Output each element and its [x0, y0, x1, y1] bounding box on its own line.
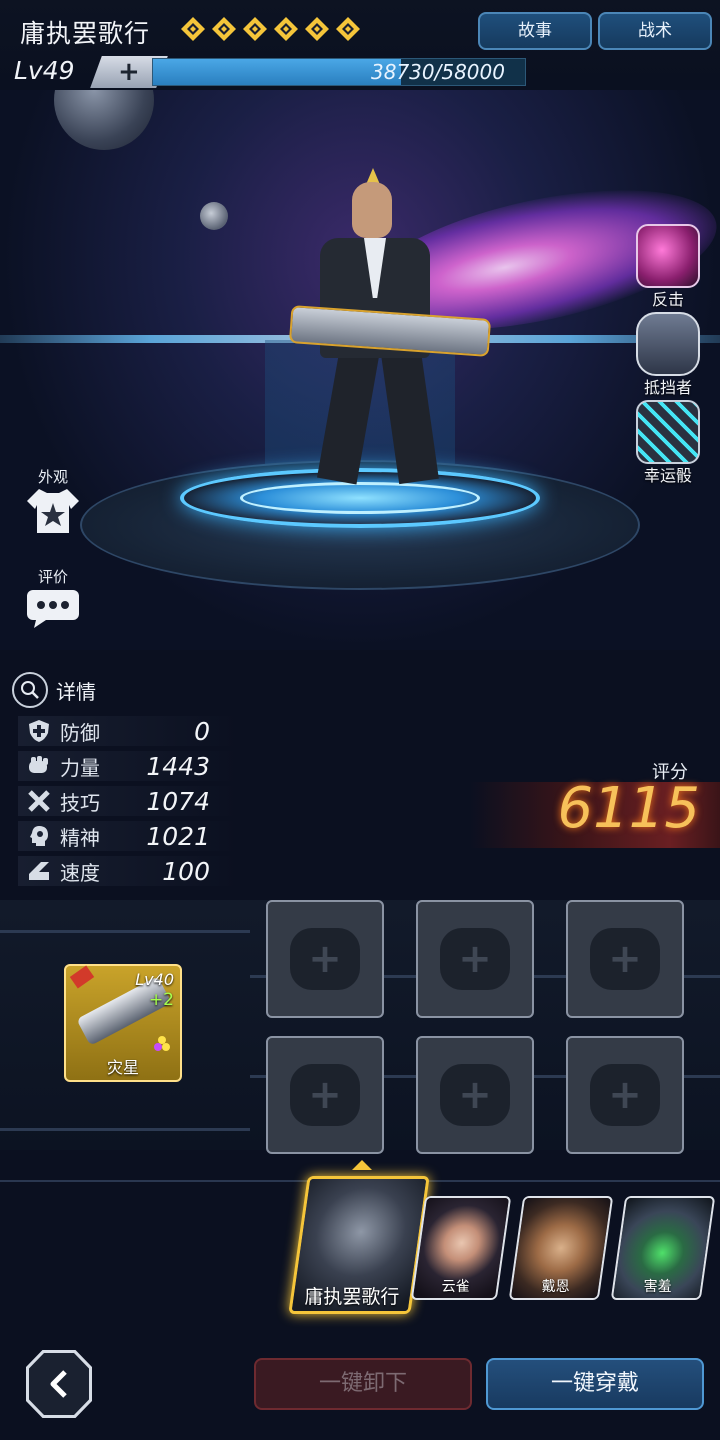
- equip-all-button[interactable]: 一键穿戴: [486, 1358, 704, 1410]
- roster-hero-name: 庸执罢歌行: [304, 1286, 400, 1308]
- speed-icon: [26, 858, 52, 884]
- helmet-icon: +: [290, 928, 360, 990]
- roster-hero-card[interactable]: 庸执罢歌行: [288, 1176, 430, 1314]
- weapon-type-icon: [69, 965, 95, 989]
- stat-row-spirit: 精神 1021: [18, 821, 238, 851]
- stat-value: 1021: [146, 821, 210, 851]
- top-header: 庸执罢歌行 Lv49 + 38730/58000 故事 战术: [0, 0, 720, 90]
- weapon-plus: +2: [148, 990, 174, 1010]
- stat-row-defense: 防御 0: [18, 716, 238, 746]
- skill-label: 反击: [651, 290, 684, 309]
- roster-hero-card[interactable]: 戴恩: [508, 1196, 614, 1300]
- stat-row-speed: 速度 100: [18, 856, 238, 886]
- slash-skill-icon: [636, 224, 700, 288]
- dice-skill-icon: [636, 400, 700, 464]
- stat-name: 力量: [60, 755, 100, 780]
- boot-icon: +: [440, 1064, 510, 1126]
- review-label: 评价: [37, 568, 68, 586]
- stat-name: 精神: [60, 825, 100, 850]
- weapon-level: Lv40: [135, 970, 174, 989]
- gem-icon: [154, 1036, 170, 1052]
- necklace-icon: +: [290, 1064, 360, 1126]
- hero-name: 庸执罢歌行: [20, 19, 151, 48]
- defense-icon: [26, 718, 52, 744]
- hero-showcase-scene: 反击 抵挡者 幸运骰 外观 评价: [0, 90, 720, 650]
- star-icon: [273, 16, 299, 42]
- score-value: 6115: [557, 776, 700, 841]
- selected-caret-icon: [352, 1160, 372, 1170]
- appearance-label: 外观: [37, 468, 68, 486]
- planet-decoration: [54, 90, 154, 150]
- hero-leg: [381, 349, 439, 485]
- skill-label: 幸运骰: [643, 466, 692, 485]
- unequip-all-button[interactable]: 一键卸下: [254, 1358, 472, 1410]
- equip-slot-necklace[interactable]: +: [266, 1036, 384, 1154]
- appearance-button[interactable]: 外观: [18, 466, 88, 539]
- ring-icon: +: [590, 1064, 660, 1126]
- hero-head: [352, 182, 392, 238]
- equip-slot-ring[interactable]: +: [566, 1036, 684, 1154]
- xp-text: 38730/58000: [371, 60, 505, 84]
- skill-lucky-dice-button[interactable]: 幸运骰: [628, 400, 708, 486]
- star-icon: [335, 16, 361, 42]
- tshirt-icon: [27, 489, 79, 533]
- stat-value: 0: [194, 716, 210, 746]
- equip-slot-head[interactable]: +: [266, 900, 384, 1018]
- skill-counter-button[interactable]: 反击: [628, 224, 708, 310]
- weapon-slot[interactable]: Lv40 +2 灾星: [64, 964, 182, 1082]
- details-title: 详情: [56, 679, 96, 704]
- review-button[interactable]: 评价: [18, 566, 88, 633]
- back-button[interactable]: [26, 1350, 92, 1418]
- details-header[interactable]: 详情: [12, 672, 96, 708]
- weapon-name: 灾星: [106, 1058, 139, 1077]
- shield-skill-icon: [636, 312, 700, 376]
- stat-value: 1443: [146, 751, 210, 781]
- roster-hero-name: 害羞: [643, 1279, 672, 1295]
- roster-hero-name: 云雀: [441, 1279, 470, 1295]
- skill-icon: [26, 788, 52, 814]
- skill-label: 抵挡者: [643, 378, 692, 397]
- equip-slot-accessory[interactable]: +: [566, 900, 684, 1018]
- search-icon: [12, 672, 48, 708]
- hero-level: Lv49: [14, 56, 75, 85]
- star-icon: [304, 16, 330, 42]
- equip-slot-boots[interactable]: +: [416, 1036, 534, 1154]
- chat-bubble-icon: [27, 590, 79, 628]
- glove-icon: +: [440, 928, 510, 990]
- plus-icon: +: [118, 57, 140, 87]
- divider: [0, 1128, 250, 1131]
- strength-icon: [26, 753, 52, 779]
- hero-leg: [317, 349, 379, 485]
- divider: [0, 930, 250, 933]
- roster-hero-card[interactable]: 云雀: [410, 1196, 512, 1300]
- chevron-left-icon: [29, 1353, 89, 1415]
- skill-blocker-button[interactable]: 抵挡者: [628, 312, 708, 398]
- stat-name: 技巧: [60, 790, 100, 815]
- roster-hero-card[interactable]: 害羞: [610, 1196, 716, 1300]
- stat-value: 100: [162, 856, 210, 886]
- xp-bar: 38730/58000: [152, 58, 526, 86]
- moon-decoration: [200, 202, 228, 230]
- star-icon: [211, 16, 237, 42]
- stat-name: 防御: [60, 720, 100, 745]
- stat-value: 1074: [146, 786, 210, 816]
- stat-name: 速度: [60, 860, 100, 885]
- roster-hero-name: 戴恩: [541, 1279, 570, 1295]
- star-icon: [180, 16, 206, 42]
- star-icon: [242, 16, 268, 42]
- story-button[interactable]: 故事: [478, 12, 592, 50]
- hero-character[interactable]: [280, 168, 492, 502]
- stat-row-technique: 技巧 1074: [18, 786, 238, 816]
- tactics-button[interactable]: 战术: [598, 12, 712, 50]
- equip-slot-arm[interactable]: +: [416, 900, 534, 1018]
- bracer-icon: +: [590, 928, 660, 990]
- spirit-icon: [26, 823, 52, 849]
- stat-row-strength: 力量 1443: [18, 751, 238, 781]
- star-rating: [180, 16, 361, 42]
